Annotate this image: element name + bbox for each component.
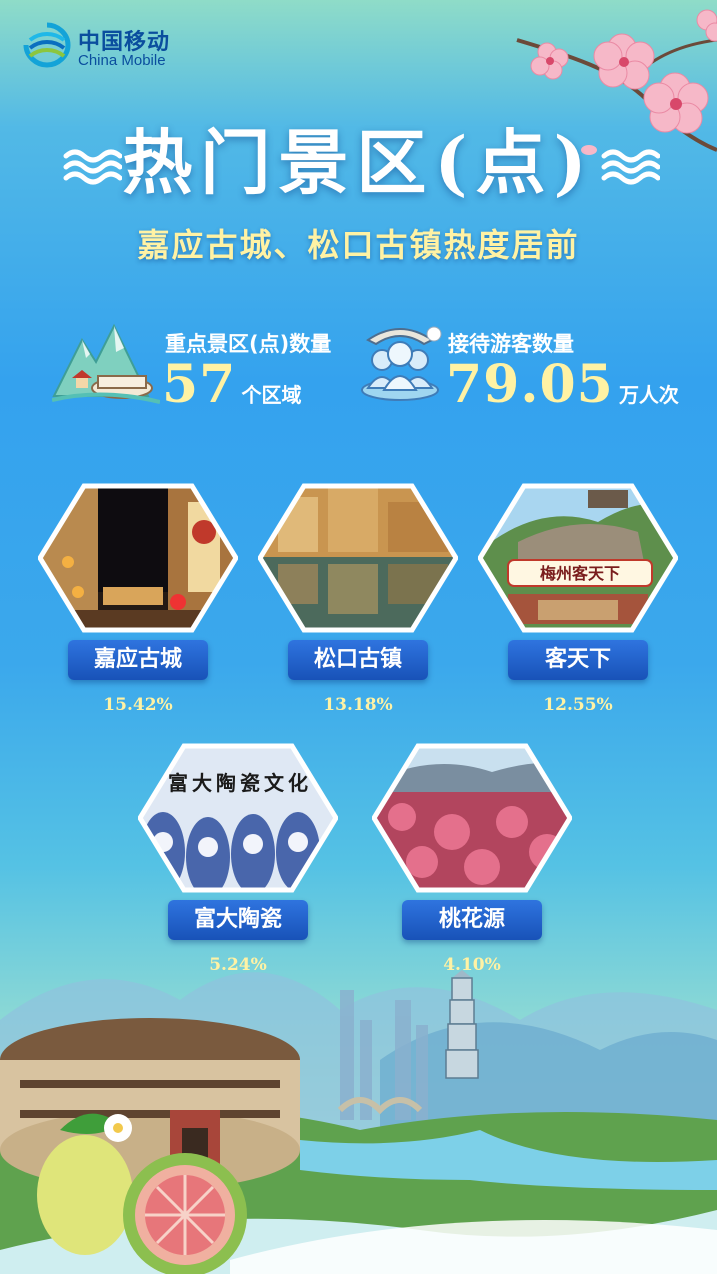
page-subtitle: 嘉应古城、松口古镇热度居前 (137, 226, 580, 264)
page-title: 热门景区(点) (122, 121, 595, 204)
stat-value-row-visitors: 79.05 万人次 (446, 357, 679, 413)
stat-unit-visitors: 万人次 (618, 383, 679, 407)
spot-photo-ketianxia: 梅州客天下 (478, 483, 678, 633)
pagoda-icon (445, 970, 479, 1079)
stat-value-spots: 57 (162, 354, 237, 415)
left-wave-icon (63, 149, 122, 185)
spot-card-songkou[interactable]: 松口古镇 13.18% (258, 482, 458, 742)
mountain-pavilion-icon (52, 323, 160, 404)
spot-percent-jiaying: 15.42% (103, 695, 173, 715)
spot-name-songkou[interactable]: 松口古镇 (288, 640, 428, 680)
spot-photo-jiaying (38, 483, 238, 633)
spot-name-ketianxia[interactable]: 客天下 (508, 640, 648, 680)
spot-photo-taohuayuan (372, 743, 572, 893)
stat-unit-spots: 个区域 (241, 383, 302, 407)
stat-value-visitors: 79.05 (446, 354, 614, 415)
spot-percent-songkou: 13.18% (323, 695, 393, 715)
spot-card-ketianxia[interactable]: 梅州客天下 客天下 12.55% (478, 482, 678, 742)
brand-name-en: China Mobile (78, 52, 166, 69)
tourist-group-icon (361, 326, 442, 401)
spot-name-jiaying[interactable]: 嘉应古城 (68, 640, 208, 680)
china-mobile-logo: 中国移动 China Mobile (22, 22, 192, 72)
landscape-illustration (0, 970, 717, 1274)
spot-card-jiaying[interactable]: 嘉应古城 15.42% (38, 482, 238, 742)
right-wave-icon (601, 149, 660, 185)
spot-percent-ketianxia: 12.55% (543, 695, 613, 715)
stat-value-row-spots: 57 个区域 (162, 357, 301, 413)
china-mobile-logo-icon (23, 22, 71, 68)
ceramics-sign-text: 富大陶瓷文化 (168, 771, 312, 795)
spot-photo-fuda-ceramics: 富大陶瓷文化 (138, 743, 338, 893)
title-row: 热门景区(点) (0, 118, 717, 208)
spot-photo-songkou (258, 483, 458, 633)
ketianxia-sign-text: 梅州客天下 (540, 564, 620, 583)
